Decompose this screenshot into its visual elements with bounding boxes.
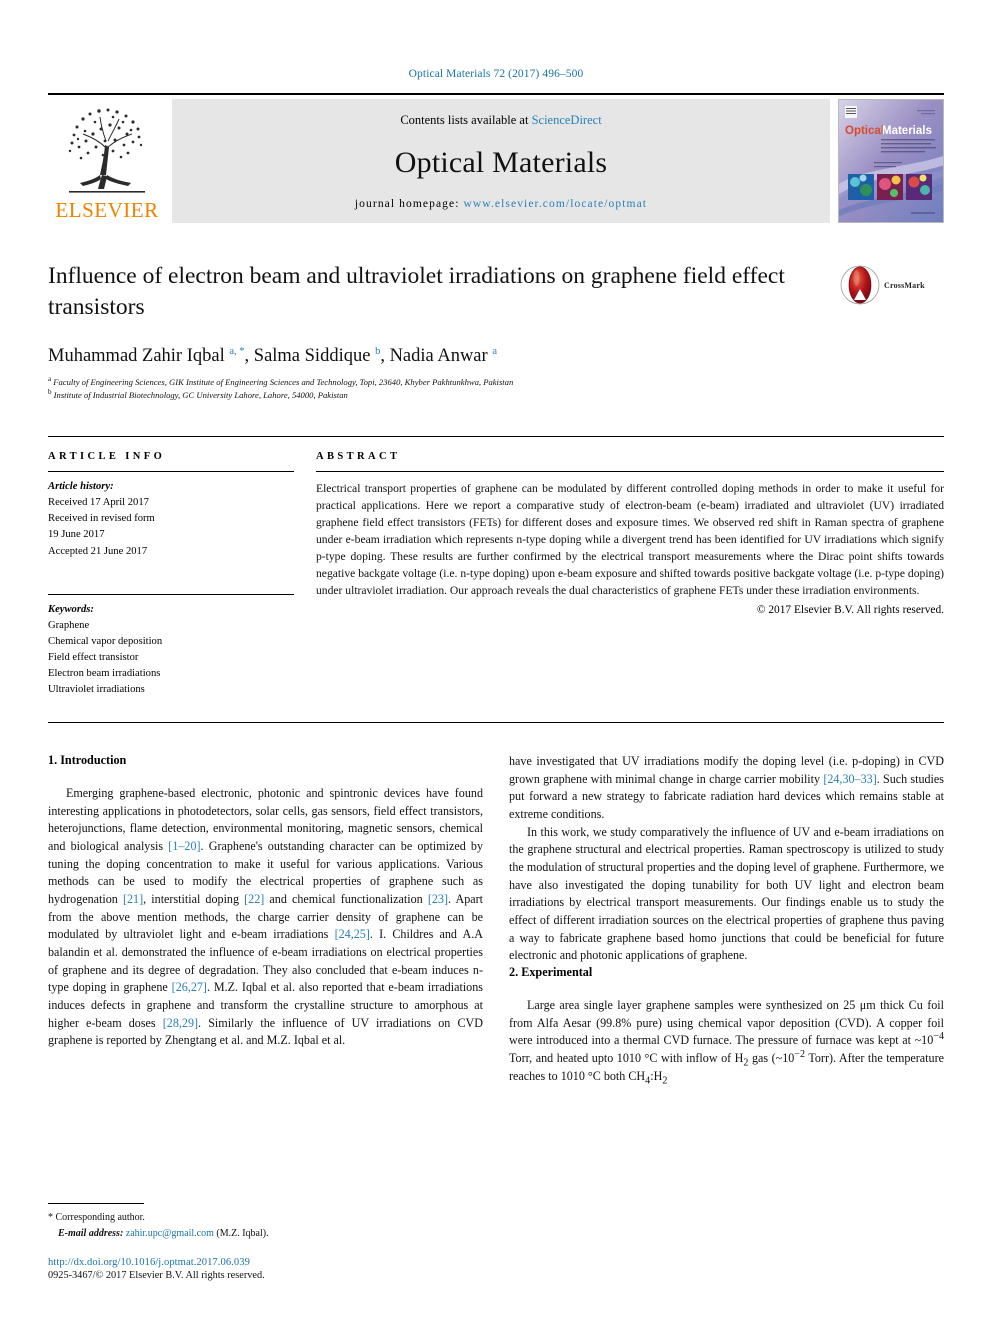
- keywords-rule: [48, 593, 294, 595]
- contents-lists-line: Contents lists available at ScienceDirec…: [400, 113, 601, 128]
- citation-ref[interactable]: [22]: [244, 892, 264, 906]
- citation-ref[interactable]: [28,29]: [163, 1016, 198, 1030]
- citation-ref[interactable]: [1–20]: [168, 839, 200, 853]
- abstract-heading: ABSTRACT: [316, 451, 401, 463]
- keyword-item: Field effect transistor: [48, 651, 139, 663]
- abstract-rule: [316, 471, 944, 473]
- body-divider-rule: [48, 722, 944, 724]
- citation-ref[interactable]: [24,25]: [335, 927, 370, 941]
- journal-cover-thumbnail[interactable]: Optical Materials: [838, 99, 944, 223]
- masthead-center-panel: Contents lists available at ScienceDirec…: [172, 99, 830, 223]
- section-heading-introduction: 1. Introduction: [48, 753, 127, 768]
- keyword-item: Graphene: [48, 619, 90, 631]
- affiliation-b: b Institute of Industrial Biotechnology,…: [48, 387, 348, 400]
- footnote-rule: [48, 1203, 144, 1204]
- keywords-block: Keywords: Graphene Chemical vapor deposi…: [48, 593, 294, 699]
- running-head: Optical Materials 72 (2017) 496–500: [408, 68, 584, 80]
- sciencedirect-link[interactable]: ScienceDirect: [532, 113, 602, 127]
- cover-artwork: Optical Materials: [839, 100, 943, 222]
- keyword-item: Ultraviolet irradiations: [48, 684, 145, 696]
- article-info-heading: ARTICLE INFO: [48, 451, 166, 463]
- elsevier-logo: ELSEVIER: [48, 99, 166, 223]
- para-text: and chemical functionalization: [264, 892, 428, 907]
- journal-masthead: ELSEVIER Contents lists available at Sci…: [48, 93, 944, 223]
- affiliation-b-text: Institute of Industrial Biotechnology, G…: [53, 389, 348, 400]
- keyword-item: Chemical vapor deposition: [48, 635, 163, 647]
- masthead-top-rule: [48, 93, 944, 95]
- abstract-column: ABSTRACT Electrical transport properties…: [316, 437, 944, 698]
- svg-text:Optical: Optical: [845, 125, 884, 137]
- citation-ref[interactable]: [24,30–33]: [823, 772, 876, 786]
- email-link[interactable]: zahir.upc@gmail.com: [126, 1228, 214, 1239]
- affiliations: a Faculty of Engineering Sciences, GIK I…: [48, 374, 944, 403]
- contents-prefix: Contents lists available at: [400, 113, 532, 127]
- citation-ref[interactable]: [21]: [123, 892, 143, 906]
- history-item: Received 17 April 2017: [48, 497, 149, 509]
- abstract-copyright: © 2017 Elsevier B.V. All rights reserved…: [756, 604, 944, 617]
- crossmark-badge[interactable]: CrossMark: [840, 263, 944, 307]
- history-item: Accepted 21 June 2017: [48, 545, 148, 557]
- citation-ref[interactable]: [26,27]: [172, 980, 207, 994]
- email-line: E-mail address: zahir.upc@gmail.com (M.Z…: [48, 1226, 478, 1242]
- section-heading-experimental: 2. Experimental: [509, 965, 593, 980]
- elsevier-tree-icon: [68, 108, 145, 193]
- homepage-prefix: journal homepage:: [354, 198, 464, 210]
- left-column: 1. Introduction Emerging graphene-based …: [48, 753, 483, 1085]
- affiliation-a-text: Faculty of Engineering Sciences, GIK Ins…: [53, 376, 514, 387]
- body-columns: 1. Introduction Emerging graphene-based …: [48, 753, 944, 1085]
- journal-homepage-line: journal homepage: www.elsevier.com/locat…: [355, 198, 647, 210]
- doi-link[interactable]: http://dx.doi.org/10.1016/j.optmat.2017.…: [48, 1257, 478, 1268]
- history-item: 19 June 2017: [48, 529, 105, 541]
- article-info-rule: [48, 471, 294, 473]
- info-abstract-section: ARTICLE INFO Article history: Received 1…: [48, 436, 944, 698]
- para-text: , interstitial doping: [143, 892, 245, 907]
- crossmark-icon: [840, 265, 880, 305]
- affiliation-a: a Faculty of Engineering Sciences, GIK I…: [48, 374, 514, 387]
- keywords-list: Keywords: Graphene Chemical vapor deposi…: [48, 602, 294, 699]
- crossmark-label: CrossMark: [884, 280, 925, 290]
- email-label: E-mail address:: [58, 1228, 124, 1239]
- article-info-column: ARTICLE INFO Article history: Received 1…: [48, 437, 316, 698]
- elsevier-wordmark: ELSEVIER: [55, 198, 159, 222]
- history-item: Received in revised form: [48, 513, 155, 525]
- journal-title: Optical Materials: [394, 146, 608, 179]
- footer-note: * Corresponding author. E-mail address: …: [48, 1203, 478, 1281]
- page-title: Influence of electron beam and ultraviol…: [48, 263, 785, 321]
- keywords-label: Keywords:: [48, 603, 94, 615]
- title-block: CrossMark Influence of electron beam and…: [48, 261, 944, 402]
- article-history-label: Article history:: [48, 481, 114, 493]
- intro-paragraph-3: In this work, we study comparatively the…: [509, 824, 944, 963]
- author-list: Muhammad Zahir Iqbal a, *, Salma Siddiqu…: [48, 345, 497, 366]
- right-column: have investigated that UV irradiations m…: [509, 753, 944, 1085]
- doi-block: http://dx.doi.org/10.1016/j.optmat.2017.…: [48, 1257, 478, 1281]
- intro-paragraph-1: Emerging graphene-based electronic, phot…: [48, 785, 483, 1050]
- keyword-item: Electron beam irradiations: [48, 667, 161, 679]
- corresponding-author-line: * Corresponding author.: [48, 1210, 478, 1226]
- experimental-paragraph-1: Large area single layer graphene samples…: [509, 998, 944, 1087]
- email-owner: (M.Z. Iqbal).: [216, 1228, 269, 1239]
- corresponding-text: Corresponding author.: [55, 1212, 145, 1223]
- issn-copyright-line: 0925-3467/© 2017 Elsevier B.V. All right…: [48, 1270, 265, 1281]
- citation-ref[interactable]: [23]: [428, 892, 448, 906]
- intro-paragraph-2: have investigated that UV irradiations m…: [509, 753, 944, 824]
- corresponding-marker: *: [48, 1212, 53, 1223]
- article-page: Optical Materials 72 (2017) 496–500 ELSE…: [0, 0, 992, 1323]
- article-history: Article history: Received 17 April 2017 …: [48, 479, 294, 559]
- journal-homepage-link[interactable]: www.elsevier.com/locate/optmat: [463, 198, 647, 210]
- abstract-text: Electrical transport properties of graph…: [316, 482, 944, 598]
- svg-text:Materials: Materials: [882, 125, 932, 137]
